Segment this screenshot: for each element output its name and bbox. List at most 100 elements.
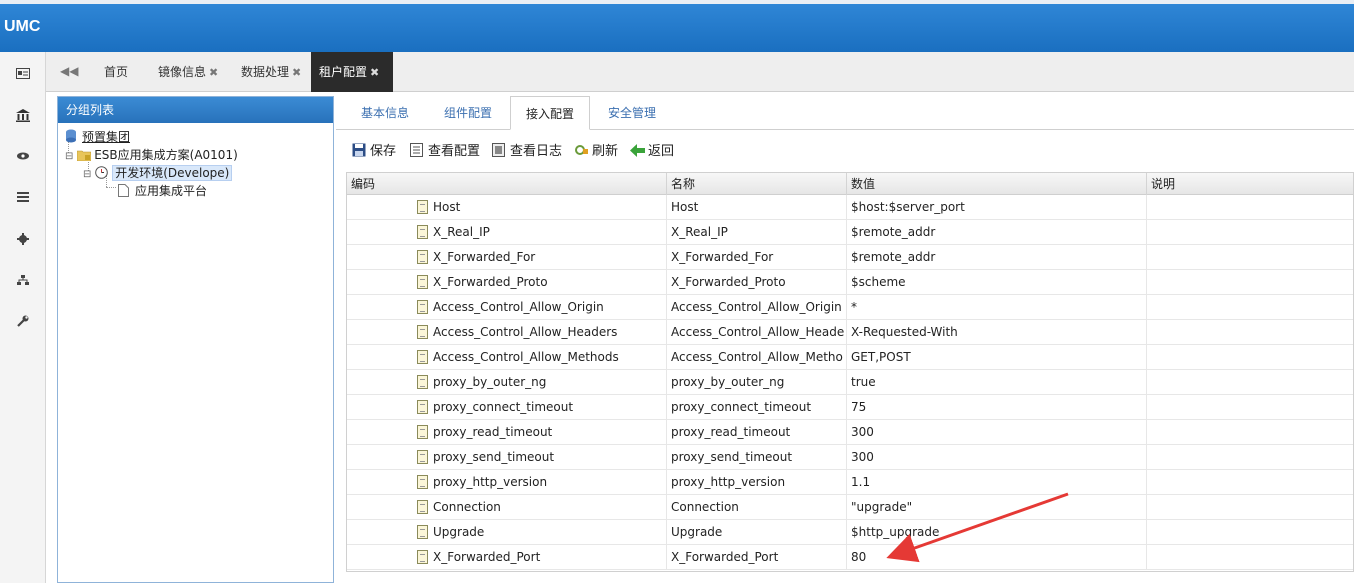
cell-value-text: $remote_addr — [851, 225, 936, 239]
table-row[interactable]: X_Real_IP X_Real_IP $remote_addr — [347, 220, 1353, 245]
cell-code: proxy_read_timeout — [347, 420, 667, 445]
cell-code-text: Access_Control_Allow_Methods — [433, 350, 619, 364]
cell-code-text: proxy_http_version — [433, 475, 548, 489]
collapse-toggle-icon[interactable]: ⊟ — [65, 151, 73, 162]
cell-desc — [1147, 295, 1353, 320]
table-row[interactable]: X_Forwarded_For X_Forwarded_For $remote_ad… — [347, 245, 1353, 270]
cell-name: proxy_http_version — [667, 470, 847, 495]
save-button[interactable]: 保存 — [352, 140, 396, 159]
collapse-toggle-icon[interactable]: ⊟ — [83, 169, 91, 180]
col-code-header[interactable]: 编码 — [347, 173, 667, 195]
tab-component-config[interactable]: 组件配置 — [430, 96, 506, 130]
document-icon — [417, 225, 428, 239]
back-button[interactable]: 返回 — [630, 140, 674, 159]
tab-home[interactable]: 首页 — [96, 52, 136, 92]
document-icon — [417, 450, 428, 464]
cell-value: $host:$server_port — [847, 195, 1147, 220]
cell-name-text: Access_Control_Allow_Metho — [671, 350, 843, 364]
cell-desc — [1147, 345, 1353, 370]
table-row[interactable]: Access_Control_Allow_Headers Access_Contr… — [347, 320, 1353, 345]
cell-name-text: X_Real_IP — [671, 225, 728, 239]
cell-code: X_Real_IP — [347, 220, 667, 245]
view-config-button[interactable]: 查看配置 — [410, 140, 480, 159]
document-icon — [417, 300, 428, 314]
tree-node-root[interactable]: 预置集团 — [65, 128, 130, 145]
tree-label: 预置集团 — [82, 130, 131, 144]
tab-data-processing[interactable]: 数据处理 ✖ — [233, 52, 309, 92]
table-row[interactable]: Access_Control_Allow_Origin Access_Contro… — [347, 295, 1353, 320]
cell-desc — [1147, 395, 1353, 420]
col-desc-header[interactable]: 说明 — [1147, 173, 1353, 195]
cell-value-text: $remote_addr — [851, 250, 936, 264]
cell-code: X_Forwarded_Proto — [347, 270, 667, 295]
cell-name: Connection — [667, 495, 847, 520]
tab-access-config[interactable]: 接入配置 — [510, 96, 590, 130]
sitemap-icon[interactable] — [12, 269, 34, 291]
cell-value-text: $host:$server_port — [851, 200, 965, 214]
table-row[interactable]: X_Forwarded_Port X_Forwarded_Port 80 — [347, 545, 1353, 570]
wrench-icon[interactable] — [12, 310, 34, 332]
eye-icon[interactable] — [12, 145, 34, 167]
table-row[interactable]: proxy_send_timeout proxy_send_timeout 300 — [347, 445, 1353, 470]
close-icon[interactable]: ✖ — [370, 66, 379, 79]
tree-label: 应用集成平台 — [135, 184, 208, 198]
id-card-icon[interactable] — [12, 62, 34, 84]
tab-security-management[interactable]: 安全管理 — [594, 96, 670, 130]
tab-label: 首页 — [104, 65, 129, 79]
cell-value: 300 — [847, 420, 1147, 445]
clock-icon — [95, 166, 109, 180]
table-row[interactable]: Upgrade Upgrade $http_upgrade — [347, 520, 1353, 545]
cell-value-text: "upgrade" — [851, 500, 913, 514]
cell-code-text: Upgrade — [433, 525, 485, 539]
document-icon — [417, 550, 428, 564]
tab-image-info[interactable]: 镜像信息 ✖ — [150, 52, 226, 92]
document-icon — [417, 200, 428, 214]
cell-name: Access_Control_Allow_Metho — [667, 345, 847, 370]
cell-value: 1.1 — [847, 470, 1147, 495]
view-log-button[interactable]: 查看日志 — [492, 140, 562, 159]
cell-code: proxy_connect_timeout — [347, 395, 667, 420]
cell-value: true — [847, 370, 1147, 395]
table-row[interactable]: Host Host $host:$server_port — [347, 195, 1353, 220]
tab-tenant-config[interactable]: 租户配置 ✖ — [311, 52, 393, 92]
table-row[interactable]: proxy_http_version proxy_http_version 1.1 — [347, 470, 1353, 495]
cell-code-text: X_Forwarded_Port — [433, 550, 541, 564]
table-row[interactable]: proxy_connect_timeout proxy_connect_timeo… — [347, 395, 1353, 420]
close-icon[interactable]: ✖ — [209, 66, 218, 79]
cell-value-text: 80 — [851, 550, 867, 564]
cell-name-text: proxy_by_outer_ng — [671, 375, 785, 389]
table-row[interactable]: Access_Control_Allow_Methods Access_Contr… — [347, 345, 1353, 370]
cell-name: proxy_read_timeout — [667, 420, 847, 445]
main-panel: 基本信息 组件配置 接入配置 安全管理 保存 查看配置 查看日志 刷新 返回 编… — [336, 96, 1354, 583]
config-sheet-icon — [410, 143, 424, 157]
tab-basic-info[interactable]: 基本信息 — [348, 96, 422, 130]
table-row[interactable]: proxy_read_timeout proxy_read_timeout 300 — [347, 420, 1353, 445]
refresh-icon — [574, 143, 588, 157]
cell-name-text: Access_Control_Allow_Heade — [671, 325, 845, 339]
cell-desc — [1147, 420, 1353, 445]
tree-node-solution[interactable]: ⊟ ESB应用集成方案(A0101) — [65, 146, 238, 163]
table-row[interactable]: X_Forwarded_Proto X_Forwarded_Proto $schem… — [347, 270, 1353, 295]
cell-value-text: 75 — [851, 400, 867, 414]
close-icon[interactable]: ✖ — [292, 66, 301, 79]
cell-code-text: proxy_connect_timeout — [433, 400, 574, 414]
group-icon — [65, 129, 79, 143]
col-name-header[interactable]: 名称 — [667, 173, 847, 195]
document-icon — [417, 525, 428, 539]
list-icon[interactable] — [12, 186, 34, 208]
gear-icon[interactable] — [12, 228, 34, 250]
cell-desc — [1147, 220, 1353, 245]
cell-name: proxy_send_timeout — [667, 445, 847, 470]
tree-node-env[interactable]: ⊟ 开发环境(Develope) — [83, 164, 233, 181]
cell-value: 80 — [847, 545, 1147, 570]
table-row[interactable]: Connection Connection "upgrade" — [347, 495, 1353, 520]
cell-name: proxy_connect_timeout — [667, 395, 847, 420]
tree-node-leaf[interactable]: 应用集成平台 — [118, 182, 207, 199]
cell-name: Host — [667, 195, 847, 220]
double-left-icon[interactable]: ◀◀ — [60, 64, 78, 78]
bank-icon[interactable] — [12, 104, 34, 126]
refresh-button[interactable]: 刷新 — [574, 140, 618, 159]
refresh-label: 刷新 — [592, 144, 619, 159]
table-row[interactable]: proxy_by_outer_ng proxy_by_outer_ng true — [347, 370, 1353, 395]
col-value-header[interactable]: 数值 — [847, 173, 1147, 195]
